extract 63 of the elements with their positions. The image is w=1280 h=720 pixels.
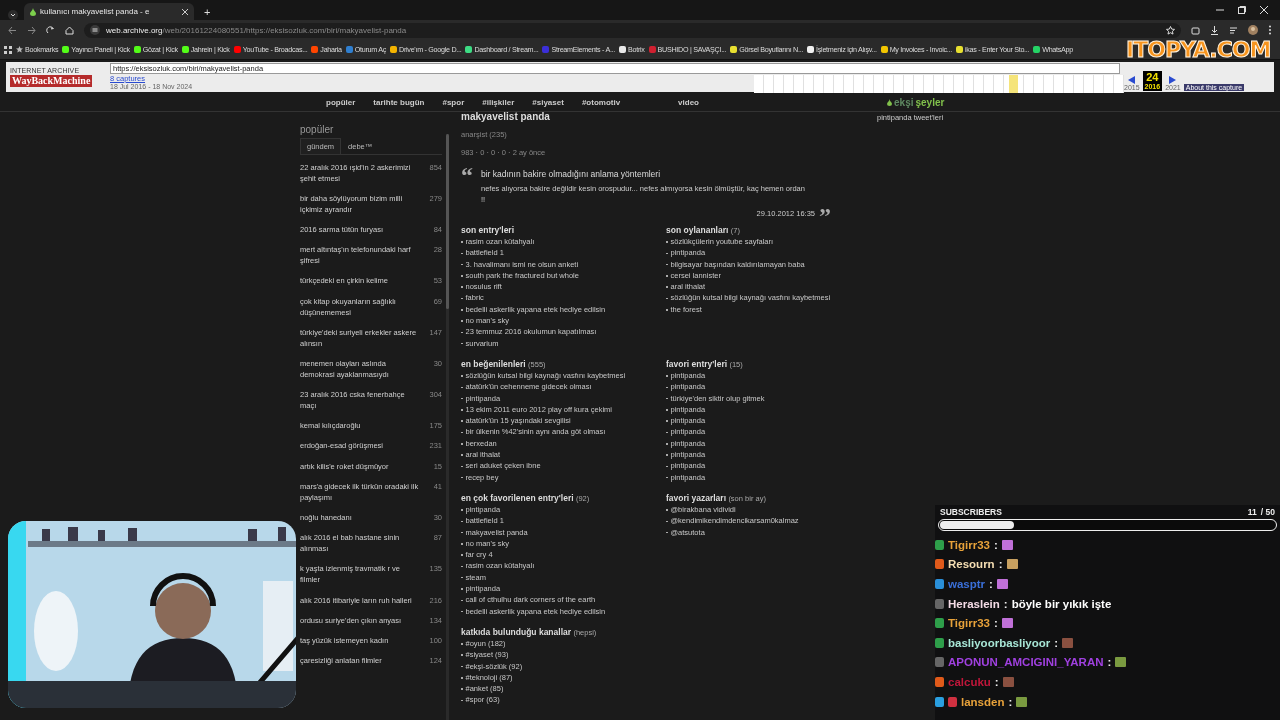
sidebar-title: popüler xyxy=(300,124,335,135)
nav-link[interactable]: popüler xyxy=(326,97,356,107)
minimize-icon[interactable] xyxy=(1216,6,1224,14)
chat-username[interactable]: Tigirr33 xyxy=(948,538,990,551)
goal-count: 11 xyxy=(1247,507,1257,517)
restore-icon[interactable] xyxy=(1238,6,1246,14)
home-icon[interactable] xyxy=(65,25,74,35)
chat-username[interactable]: Heraslein xyxy=(948,597,1000,610)
logo-text[interactable]: şeyler xyxy=(915,96,945,108)
chat-separator: : xyxy=(1054,636,1059,649)
browser-tab[interactable]: kullanıcı makyavelist panda - e xyxy=(24,3,194,20)
chat-separator: : xyxy=(994,675,999,688)
chat-username[interactable]: lansden xyxy=(961,695,1005,708)
media-icon[interactable] xyxy=(1229,25,1238,35)
avatar-icon[interactable] xyxy=(1248,25,1258,35)
chat-username[interactable]: APONUN_AMCIGINI_YARAN xyxy=(948,656,1104,669)
nav-link[interactable]: video xyxy=(678,97,699,107)
close-icon[interactable] xyxy=(1260,6,1268,14)
next-arrow-icon[interactable] xyxy=(1169,76,1177,84)
section-heading: son entry'leri xyxy=(461,225,516,235)
url-text: web.archive.org/web/20161224080551/https://eksisozluk.com/biri/makyavelist-panda xyxy=(106,25,407,35)
chat-username[interactable]: Resourn xyxy=(948,558,995,571)
site-info-icon[interactable] xyxy=(90,25,100,35)
star-icon[interactable] xyxy=(1166,25,1175,35)
back-icon[interactable] xyxy=(8,25,17,35)
author-nick: makyavelist panda xyxy=(461,111,551,122)
forward-icon[interactable] xyxy=(27,25,36,35)
sponsor-logo: ITOPYA.COM xyxy=(1125,36,1272,64)
address-field[interactable]: web.archive.org/web/20161224080551/https://eksisozluk.com/biri/makyavelist-panda xyxy=(84,22,1181,38)
nav-link[interactable]: tarihte bugün xyxy=(373,97,425,107)
chat-username[interactable]: Tigirr33 xyxy=(948,617,990,630)
apps-icon[interactable] xyxy=(4,45,12,54)
more-icon[interactable] xyxy=(1268,25,1272,35)
logo-text[interactable]: ekşi xyxy=(894,96,914,108)
close-icon[interactable] xyxy=(182,8,188,15)
chat-username[interactable]: basliyoorbasliyoor xyxy=(948,636,1051,649)
chat-separator: : xyxy=(998,558,1003,571)
wayback-logo[interactable]: WayBackMachine xyxy=(10,75,93,87)
new-tab-button[interactable]: + xyxy=(200,6,215,18)
nav-link[interactable]: #ilişkiler xyxy=(482,97,515,107)
drop-icon xyxy=(30,7,36,16)
nav-link[interactable]: #otomotiv xyxy=(581,97,621,107)
chat-separator: : xyxy=(994,538,998,551)
chat-message: böyle bir yıkık işte xyxy=(1011,597,1112,610)
entry-title[interactable]: bir kadının bakire olmadığını anlama yöntemleri xyxy=(481,169,871,179)
chat-separator: : xyxy=(1003,597,1008,610)
goal-total: / 50 xyxy=(1260,507,1275,517)
previous-arrow-icon[interactable] xyxy=(1128,76,1136,84)
quote-mark: ” xyxy=(819,207,831,225)
goal-label: SUBSCRIBERS xyxy=(940,507,1002,517)
chat-separator: : xyxy=(989,578,993,590)
drop-icon xyxy=(887,98,892,106)
chat-separator: : xyxy=(1008,695,1013,708)
chat-separator: : xyxy=(1107,656,1112,669)
download-icon[interactable] xyxy=(1210,25,1219,35)
menu-caret-icon[interactable] xyxy=(8,10,18,20)
nav-link[interactable]: #siyaset xyxy=(532,97,564,107)
quote-mark: “ xyxy=(461,166,474,190)
reload-icon[interactable] xyxy=(46,25,55,35)
scrollbar[interactable] xyxy=(446,134,449,720)
nav-link[interactable]: #spor xyxy=(442,97,465,107)
chat-separator: : xyxy=(994,617,998,630)
chat-username[interactable]: wasptr xyxy=(948,578,986,590)
